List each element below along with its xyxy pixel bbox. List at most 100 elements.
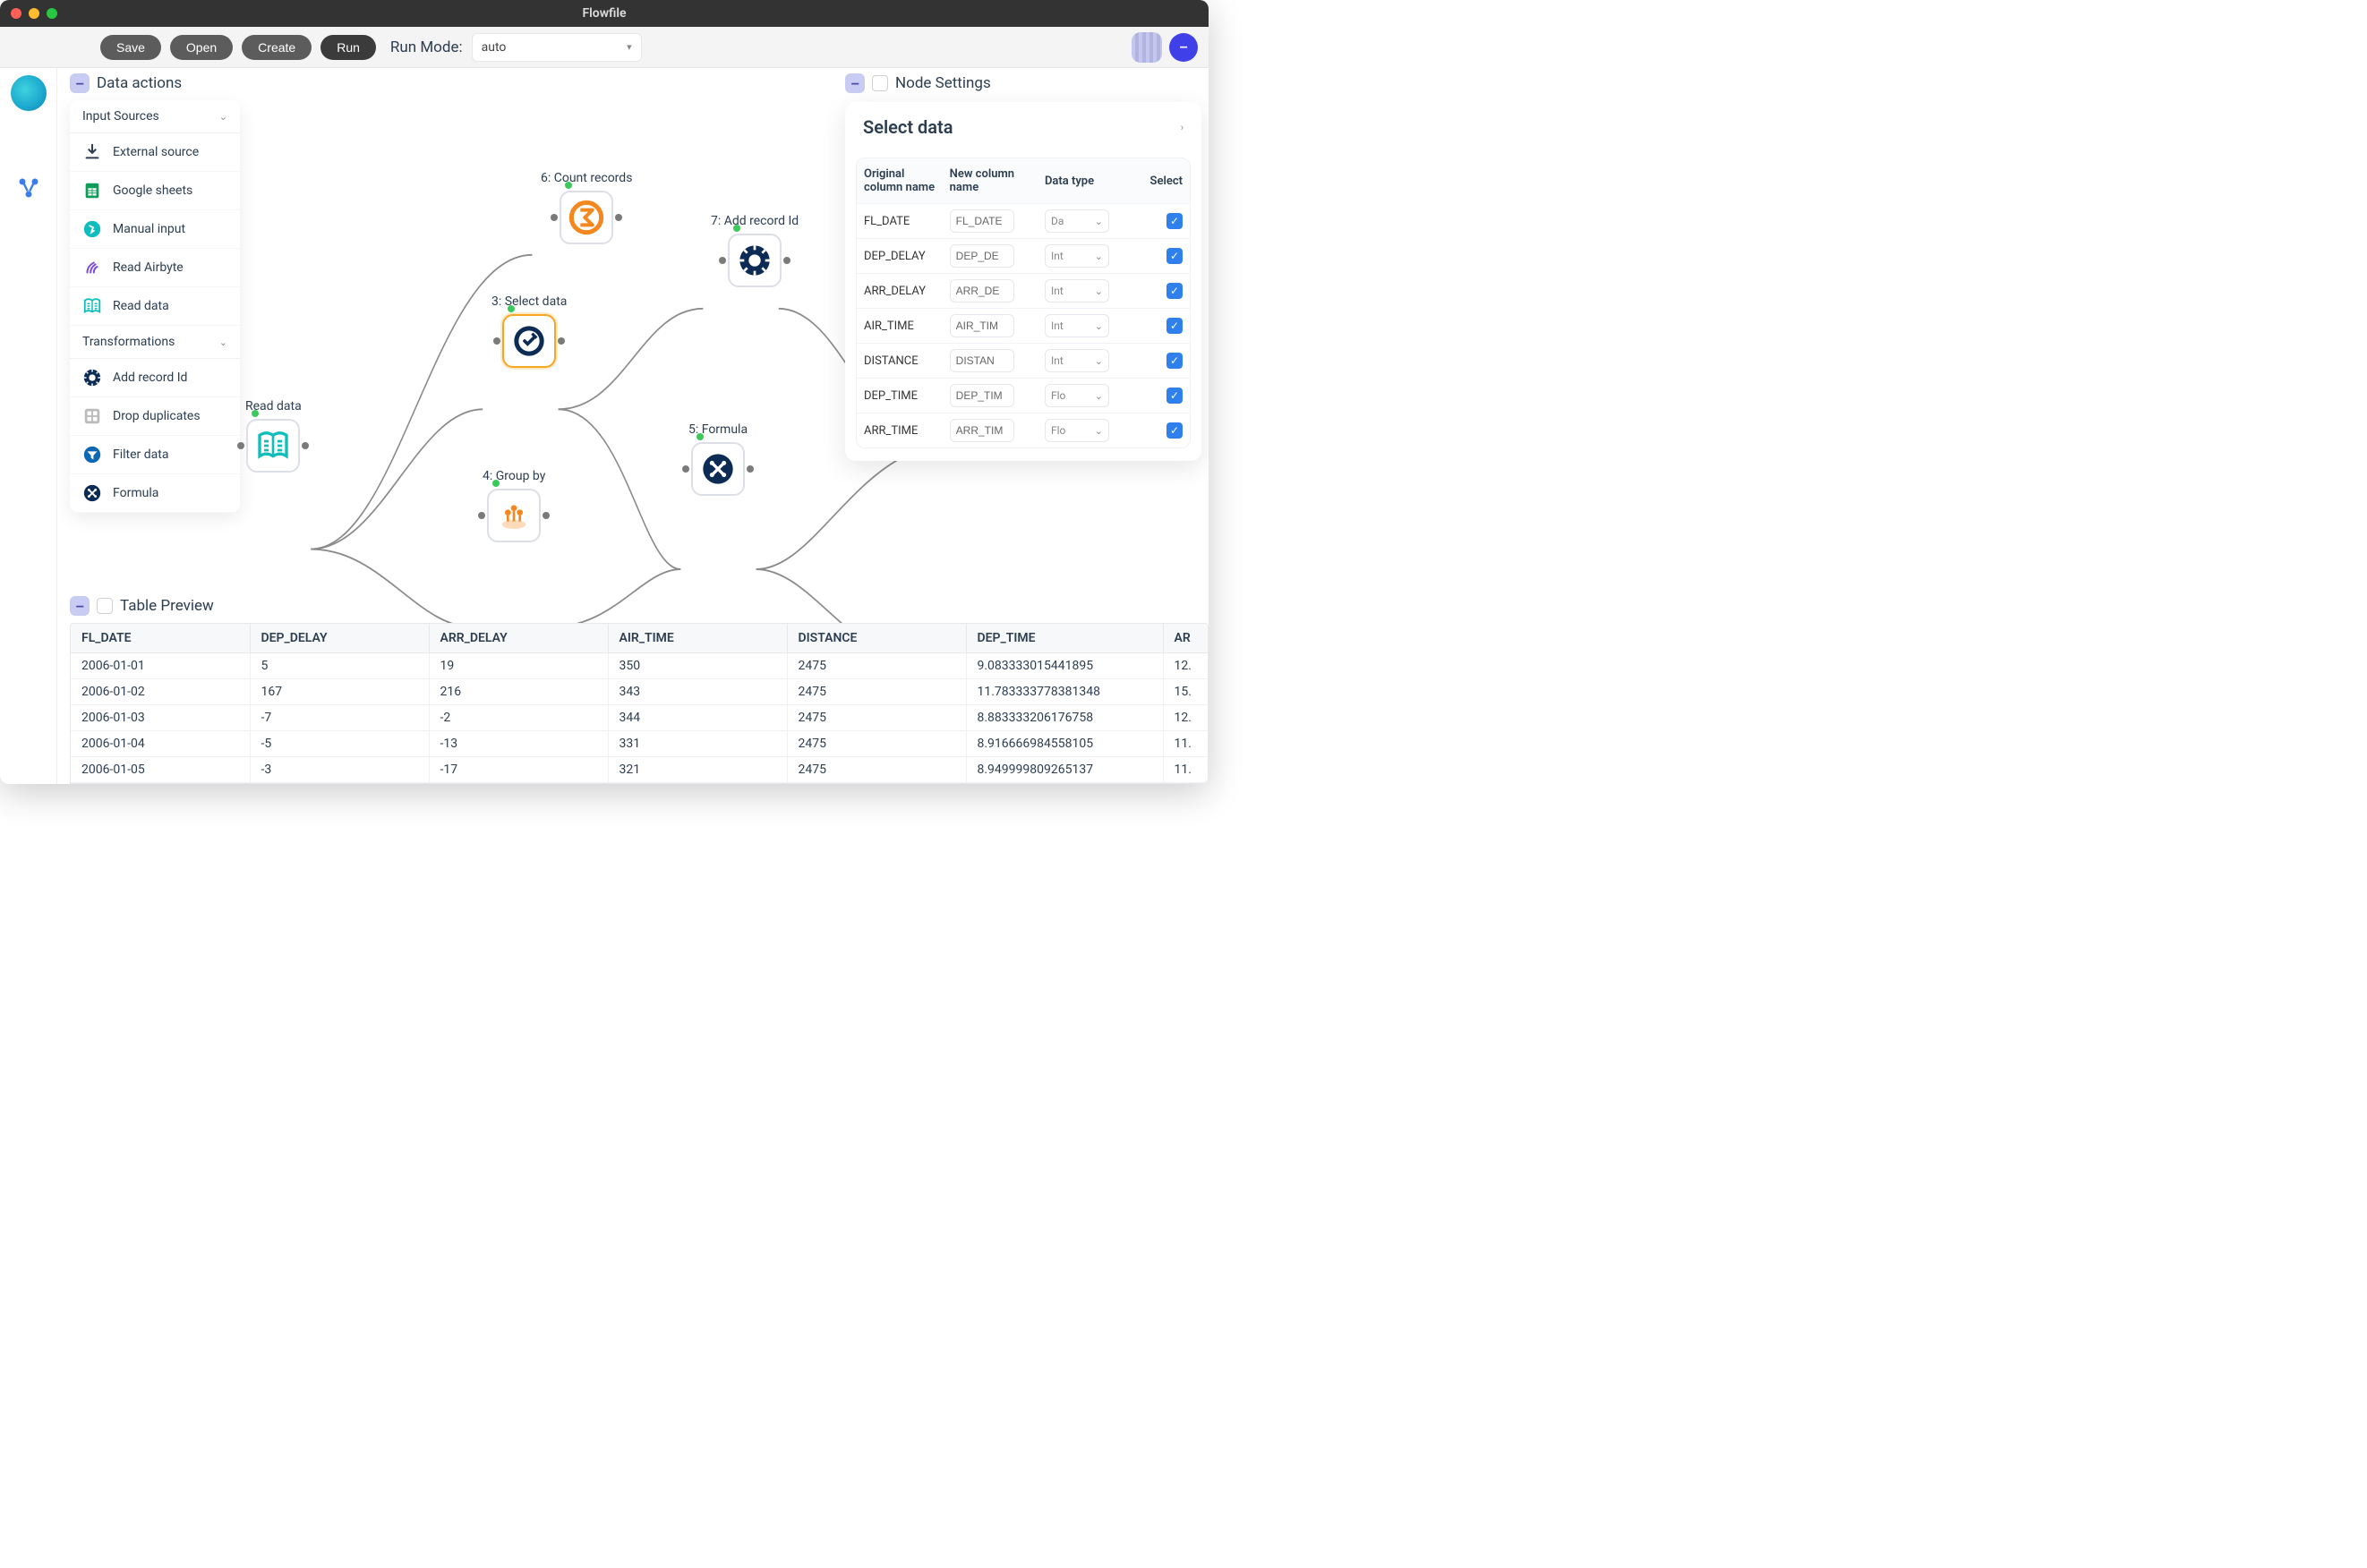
dtype-select[interactable]: Int⌄: [1045, 314, 1109, 337]
preview-cell: 9.083333015441895: [966, 653, 1163, 679]
titlebar: Flowfile: [0, 0, 1209, 27]
maximize-window-button[interactable]: [47, 8, 57, 19]
selectdata-icon: [509, 321, 549, 361]
preview-col-header[interactable]: DEP_TIME: [966, 624, 1163, 653]
preview-col-header[interactable]: DEP_DELAY: [250, 624, 429, 653]
chevron-down-icon: ⌄: [1095, 216, 1103, 227]
flow-view-icon[interactable]: [16, 175, 41, 200]
dtype-select[interactable]: Flo⌄: [1045, 384, 1109, 407]
dtype-select[interactable]: Int⌄: [1045, 349, 1109, 372]
toolbar: Save Open Create Run Run Mode: auto ▾ –: [0, 27, 1209, 68]
node-settings-title: Node Settings: [895, 74, 991, 92]
preview-cell: 2006-01-03: [71, 705, 250, 731]
output-port[interactable]: [615, 214, 622, 221]
node-read_data[interactable]: Read data: [245, 399, 302, 473]
preview-col-header[interactable]: AIR_TIME: [608, 624, 787, 653]
newname-input[interactable]: [950, 314, 1014, 337]
preview-row: 2006-01-0151935024759.08333301544189512.: [71, 653, 1208, 679]
node-settings-checkbox[interactable]: [872, 75, 888, 91]
output-port[interactable]: [783, 257, 790, 264]
dtype-select[interactable]: Da⌄: [1045, 209, 1109, 233]
output-port[interactable]: [747, 465, 754, 473]
scratch-button[interactable]: [1132, 32, 1162, 63]
node-box[interactable]: [502, 314, 556, 368]
select-checkbox[interactable]: ✓: [1166, 388, 1183, 404]
preview-col-header[interactable]: FL_DATE: [71, 624, 250, 653]
newname-input[interactable]: [950, 279, 1014, 303]
column-row: ARR_TIMEFlo⌄✓: [857, 413, 1190, 448]
input-port[interactable]: [493, 337, 500, 345]
preview-cell: -5: [250, 731, 429, 757]
node-box[interactable]: [560, 191, 613, 244]
col-select: Select: [1132, 158, 1190, 204]
select-checkbox[interactable]: ✓: [1166, 318, 1183, 334]
preview-col-header[interactable]: ARR_DELAY: [429, 624, 608, 653]
chevron-down-icon: ⌄: [1095, 285, 1103, 297]
node-select[interactable]: 3: Select data: [491, 294, 567, 368]
node-box[interactable]: [691, 442, 745, 496]
canvas-area[interactable]: – Data actions Input Sources⌄External so…: [57, 68, 1209, 784]
preview-cell: 2475: [787, 653, 966, 679]
select-checkbox[interactable]: ✓: [1166, 422, 1183, 439]
select-checkbox[interactable]: ✓: [1166, 283, 1183, 299]
open-button[interactable]: Open: [170, 35, 233, 60]
preview-cell: 350: [608, 653, 787, 679]
node-box[interactable]: [487, 489, 541, 542]
input-port[interactable]: [719, 257, 726, 264]
select-checkbox[interactable]: ✓: [1166, 213, 1183, 229]
output-port[interactable]: [302, 442, 309, 449]
output-port[interactable]: [558, 337, 565, 345]
preview-cell: 216: [429, 679, 608, 705]
preview-cell: 11.: [1163, 731, 1208, 757]
node-recordid[interactable]: 7: Add record Id: [711, 214, 799, 287]
node-count[interactable]: 6: Count records: [541, 171, 632, 244]
recordid-icon: [735, 241, 774, 280]
round-minus-button[interactable]: –: [1169, 33, 1198, 62]
table-preview-checkbox[interactable]: [97, 598, 113, 614]
newname-input[interactable]: [950, 349, 1014, 372]
node-box[interactable]: [246, 419, 300, 473]
node-label: 7: Add record Id: [711, 214, 799, 228]
newname-input[interactable]: [950, 384, 1014, 407]
readdata-icon: [253, 426, 293, 465]
run-button[interactable]: Run: [320, 35, 376, 60]
input-port[interactable]: [478, 512, 485, 519]
input-port[interactable]: [551, 214, 558, 221]
node-groupby[interactable]: 4: Group by: [483, 469, 545, 542]
preview-cell: 2475: [787, 679, 966, 705]
select-checkbox[interactable]: ✓: [1166, 248, 1183, 264]
node-box[interactable]: [728, 234, 782, 287]
app-logo: [11, 75, 47, 111]
create-button[interactable]: Create: [242, 35, 312, 60]
preview-cell: 8.883333206176758: [966, 705, 1163, 731]
node-formula[interactable]: 5: Formula: [688, 422, 748, 496]
newname-input[interactable]: [950, 209, 1014, 233]
newname-input[interactable]: [950, 244, 1014, 268]
output-port[interactable]: [543, 512, 550, 519]
toolbar-right: –: [1132, 32, 1198, 63]
input-port[interactable]: [237, 442, 244, 449]
preview-cell: 344: [608, 705, 787, 731]
formula-icon: [698, 449, 738, 489]
newname-input[interactable]: [950, 419, 1014, 442]
node-settings-collapse[interactable]: –: [845, 73, 865, 93]
preview-row: 2006-01-05-3-1732124758.9499998092651371…: [71, 757, 1208, 783]
dtype-select[interactable]: Int⌄: [1045, 279, 1109, 303]
column-row: AIR_TIMEInt⌄✓: [857, 309, 1190, 344]
save-button[interactable]: Save: [100, 35, 161, 60]
preview-col-header[interactable]: DISTANCE: [787, 624, 966, 653]
preview-table: FL_DATEDEP_DELAYARR_DELAYAIR_TIMEDISTANC…: [71, 624, 1208, 783]
preview-cell: 167: [250, 679, 429, 705]
status-dot: [696, 433, 704, 440]
preview-col-header[interactable]: AR: [1163, 624, 1208, 653]
close-window-button[interactable]: [11, 8, 21, 19]
preview-cell: -2: [429, 705, 608, 731]
minimize-window-button[interactable]: [29, 8, 39, 19]
select-checkbox[interactable]: ✓: [1166, 353, 1183, 369]
chevron-right-icon[interactable]: ›: [1181, 122, 1184, 133]
run-mode-select[interactable]: auto ▾: [472, 33, 642, 62]
input-port[interactable]: [682, 465, 689, 473]
dtype-select[interactable]: Flo⌄: [1045, 419, 1109, 442]
dtype-select[interactable]: Int⌄: [1045, 244, 1109, 268]
table-preview-collapse[interactable]: –: [70, 596, 90, 616]
